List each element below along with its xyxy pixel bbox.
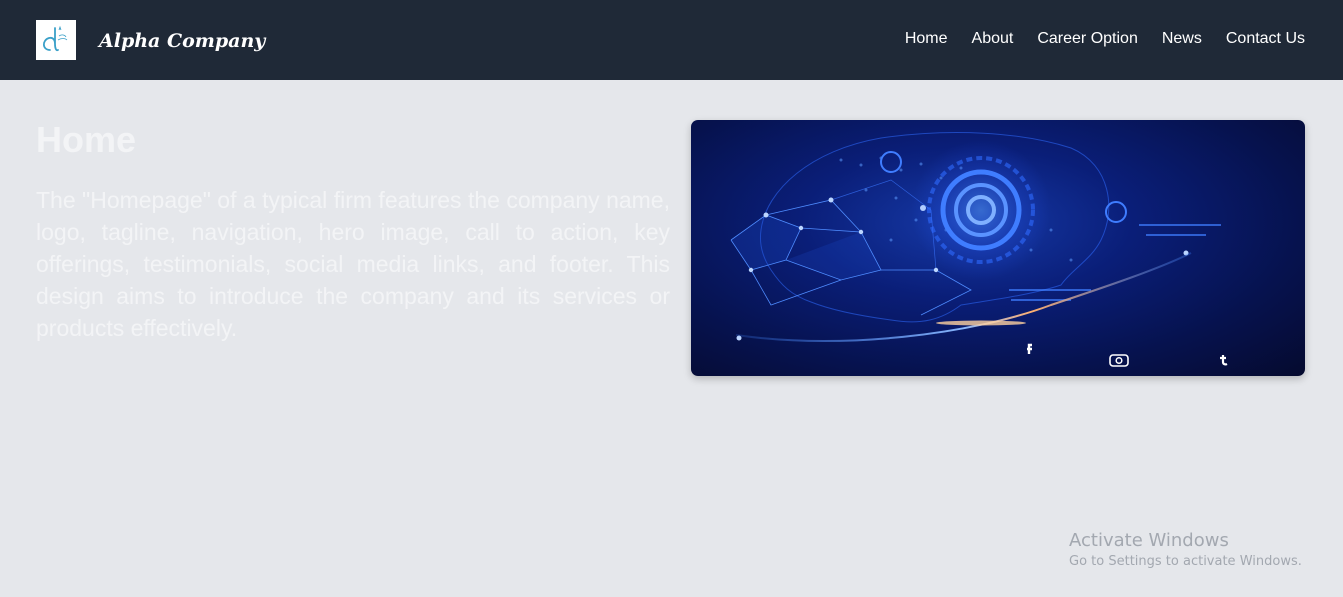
page-description: The "Homepage" of a typical firm feature…: [36, 187, 670, 341]
nav-news[interactable]: News: [1162, 28, 1202, 50]
watermark-subtitle: Go to Settings to activate Windows.: [1069, 554, 1302, 569]
ai-head-illustration: [730, 132, 1228, 367]
facebook-icon[interactable]: [1027, 343, 1032, 354]
nav-contact-us[interactable]: Contact Us: [1226, 28, 1305, 50]
navbar: Alpha Company Home About Career Option N…: [0, 0, 1343, 80]
brand-name[interactable]: Alpha Company: [99, 28, 265, 54]
instagram-icon[interactable]: [1109, 354, 1129, 367]
activate-windows-watermark: Activate Windows Go to Settings to activ…: [1069, 529, 1302, 571]
nav-about[interactable]: About: [972, 28, 1014, 50]
hero-image: [691, 120, 1305, 376]
watermark-title: Activate Windows: [1069, 530, 1229, 551]
nav-home[interactable]: Home: [905, 28, 948, 50]
tumblr-icon[interactable]: [1220, 355, 1228, 366]
page-title: Home: [36, 119, 137, 160]
main-nav: Home About Career Option News Contact Us: [905, 28, 1305, 50]
company-logo[interactable]: [36, 20, 76, 60]
nav-career-option[interactable]: Career Option: [1037, 28, 1138, 50]
logo-mark-icon: [36, 20, 76, 60]
